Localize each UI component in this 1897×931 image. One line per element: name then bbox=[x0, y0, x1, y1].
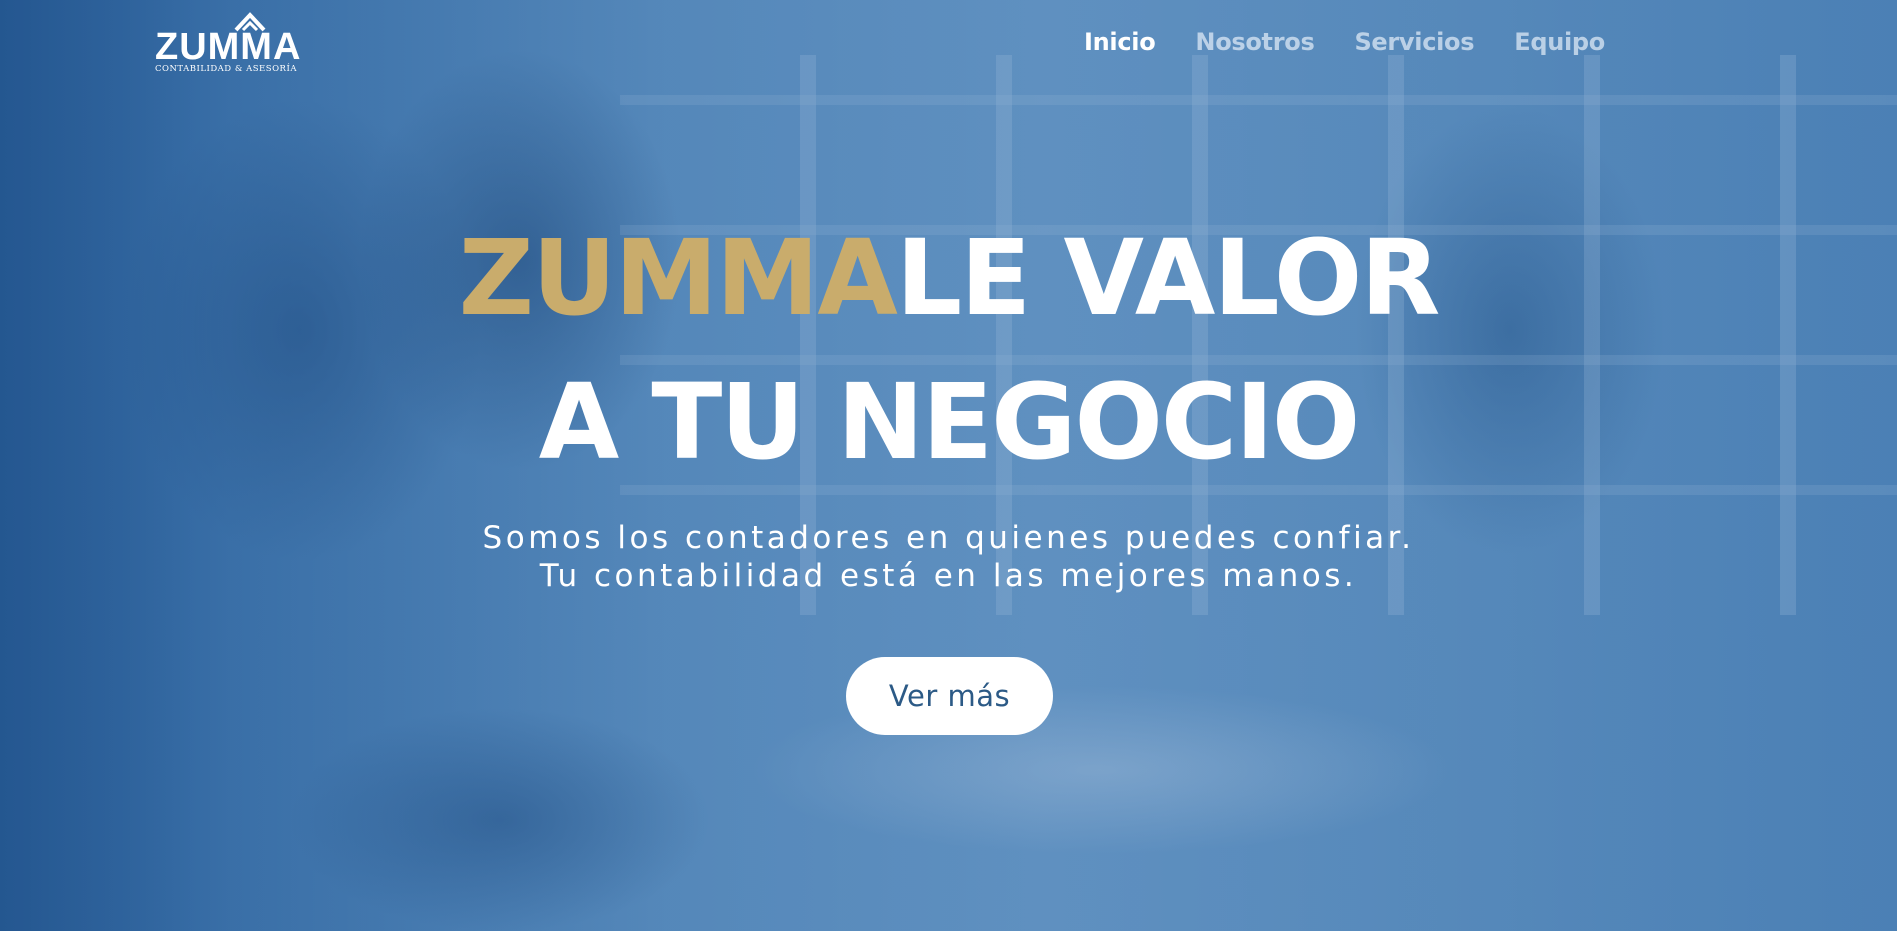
ver-mas-button[interactable]: Ver más bbox=[846, 657, 1053, 735]
logo-wordmark: ZUMMA bbox=[155, 26, 302, 68]
nav-item-equipo[interactable]: Equipo bbox=[1514, 28, 1605, 56]
nav-item-inicio[interactable]: Inicio bbox=[1084, 28, 1156, 56]
hero-subtitle-line2: Tu contabilidad está en las mejores mano… bbox=[539, 558, 1358, 594]
hero-headline-line2: A TU NEGOCIO bbox=[538, 361, 1361, 483]
hero-subtitle-line1: Somos los contadores en quienes puedes c… bbox=[482, 520, 1415, 556]
nav-item-nosotros[interactable]: Nosotros bbox=[1195, 28, 1314, 56]
hero-headline-line1: ZUMMALE VALOR bbox=[0, 218, 1897, 338]
headline-brand-word: ZUMMA bbox=[458, 217, 898, 339]
logo-subtitle: CONTABILIDAD & ASESORÍA bbox=[155, 64, 297, 74]
logo[interactable]: ZUMMA CONTABILIDAD & ASESORÍA bbox=[155, 10, 320, 76]
main-nav: Inicio Nosotros Servicios Equipo bbox=[1084, 28, 1605, 56]
headline-rest: LE VALOR bbox=[895, 217, 1440, 339]
nav-item-servicios[interactable]: Servicios bbox=[1354, 28, 1474, 56]
